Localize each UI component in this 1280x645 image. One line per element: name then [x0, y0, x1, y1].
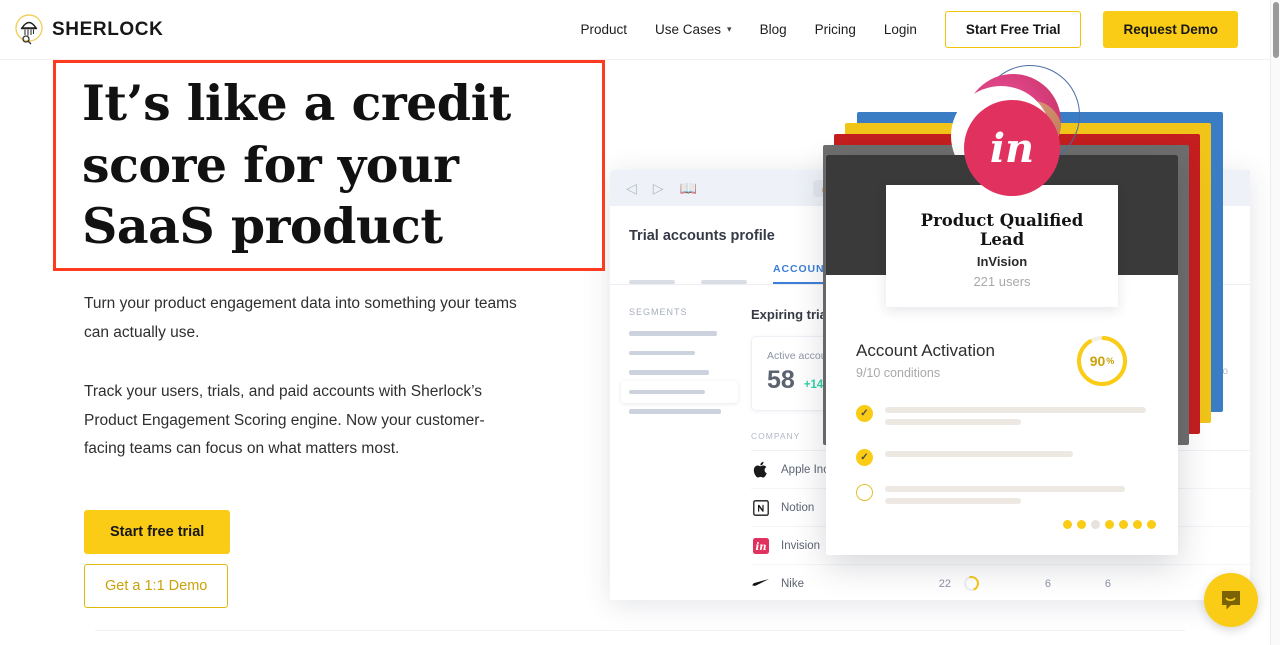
section-divider [95, 630, 1185, 631]
chevron-down-icon: ▾ [727, 24, 732, 34]
checklist-item[interactable]: ✓ [856, 405, 1146, 431]
dot [1063, 520, 1072, 529]
check-icon: ✓ [856, 449, 873, 466]
gauge-value: 90 [1089, 353, 1106, 369]
company-col2: 6 [1044, 577, 1051, 590]
dot [1105, 520, 1114, 529]
activation-title: Account Activation [856, 341, 995, 360]
company-count: 22 [938, 577, 951, 590]
start-free-trial-button[interactable]: Start Free Trial [944, 11, 1082, 48]
company-col3: 6 [1104, 577, 1111, 590]
headline-annotation-box: It’s like a credit score for your SaaS p… [53, 60, 605, 271]
invision-logo-badge: in [964, 100, 1060, 196]
segment-item[interactable] [629, 370, 709, 375]
dot [1119, 520, 1128, 529]
chevron-right-icon: ▷ [652, 179, 664, 196]
tab-placeholder[interactable] [629, 280, 675, 284]
dot [1147, 520, 1156, 529]
page-title: It’s like a credit score for your SaaS p… [82, 73, 511, 256]
dot [1091, 520, 1100, 529]
landing-page: SHERLOCK Product Use Cases ▾ Blog Pricin… [0, 0, 1280, 645]
row-gauge-icon [951, 573, 991, 594]
pql-summary: Product Qualified Lead InVision 221 user… [886, 185, 1118, 307]
chat-bubble-icon [1222, 591, 1240, 610]
notion-logo-icon [751, 498, 770, 517]
dot [1077, 520, 1086, 529]
table-row[interactable]: Nike 22 6 6 [751, 565, 1250, 600]
segment-item[interactable] [629, 350, 695, 355]
nav-item-pricing[interactable]: Pricing [815, 22, 856, 37]
checklist-item[interactable]: ✓ [856, 449, 1146, 466]
brand-name: SHERLOCK [52, 18, 164, 40]
condition-bars [885, 449, 1146, 463]
company-name: Nike [781, 577, 805, 590]
product-card-stack: Product Qualified Lead InVision 221 user… [823, 65, 1223, 562]
stat-value: 58 [767, 366, 795, 394]
checklist-item[interactable] [856, 484, 1146, 510]
page-scrollbar[interactable] [1270, 0, 1280, 645]
nav-item-blog[interactable]: Blog [760, 22, 787, 37]
pql-users: 221 users [973, 274, 1031, 289]
pql-card: Product Qualified Lead InVision 221 user… [826, 155, 1178, 555]
segments-sidebar: SEGMENTS [610, 285, 738, 600]
start-free-trial-cta[interactable]: Start free trial [84, 510, 231, 554]
condition-bars [885, 405, 1146, 431]
empty-circle-icon [856, 484, 873, 501]
chat-launcher-button[interactable] [1204, 573, 1258, 627]
detective-magnifier-icon [14, 13, 44, 46]
site-header: SHERLOCK Product Use Cases ▾ Blog Pricin… [0, 0, 1270, 60]
main-navigation: Product Use Cases ▾ Blog Pricing Login S… [580, 11, 1270, 48]
book-icon: 📖 [679, 179, 697, 196]
chevron-left-icon: ◁ [626, 179, 637, 196]
request-demo-button[interactable]: Request Demo [1103, 11, 1238, 48]
conditions-checklist: ✓ ✓ [856, 405, 1146, 528]
tab-placeholder[interactable] [701, 280, 747, 284]
hero-paragraph-1: Turn your product engagement data into s… [84, 295, 517, 341]
apple-logo-icon [751, 460, 770, 479]
condition-bars [885, 484, 1146, 510]
nav-item-product[interactable]: Product [580, 22, 627, 37]
account-activation-section: Account Activation 9/10 conditions [856, 341, 995, 380]
segment-item[interactable] [629, 409, 721, 414]
segments-label: SEGMENTS [629, 307, 688, 317]
hero-paragraph-2: Track your users, trials, and paid accou… [84, 383, 485, 457]
segment-item[interactable] [629, 331, 717, 336]
svg-text:in: in [755, 541, 766, 552]
pagination-dots[interactable] [1058, 520, 1156, 529]
nav-label: Pricing [814, 22, 856, 37]
gauge-unit: % [1106, 356, 1115, 366]
activation-subtitle: 9/10 conditions [856, 366, 941, 380]
nav-label: Use Cases [655, 22, 722, 37]
invision-logo-icon: in [751, 536, 770, 555]
activation-gauge: 90% [1074, 333, 1130, 389]
brand-logo[interactable]: SHERLOCK [14, 13, 164, 46]
nav-label: Blog [759, 22, 787, 37]
nav-label: Login [883, 22, 917, 37]
pql-title: Product Qualified Lead [920, 211, 1084, 249]
segment-item-selected[interactable] [621, 380, 738, 403]
gauge-label: 90% [1074, 333, 1130, 389]
nav-item-use-cases[interactable]: Use Cases ▾ [655, 22, 732, 37]
scrollbar-thumb[interactable] [1273, 2, 1279, 58]
nike-logo-icon [751, 574, 770, 593]
get-demo-cta[interactable]: Get a 1:1 Demo [84, 564, 229, 608]
nav-label: Product [580, 22, 628, 37]
pql-company: InVision [976, 254, 1028, 269]
dot [1133, 520, 1142, 529]
check-icon: ✓ [856, 405, 873, 422]
nav-item-login[interactable]: Login [884, 22, 917, 37]
